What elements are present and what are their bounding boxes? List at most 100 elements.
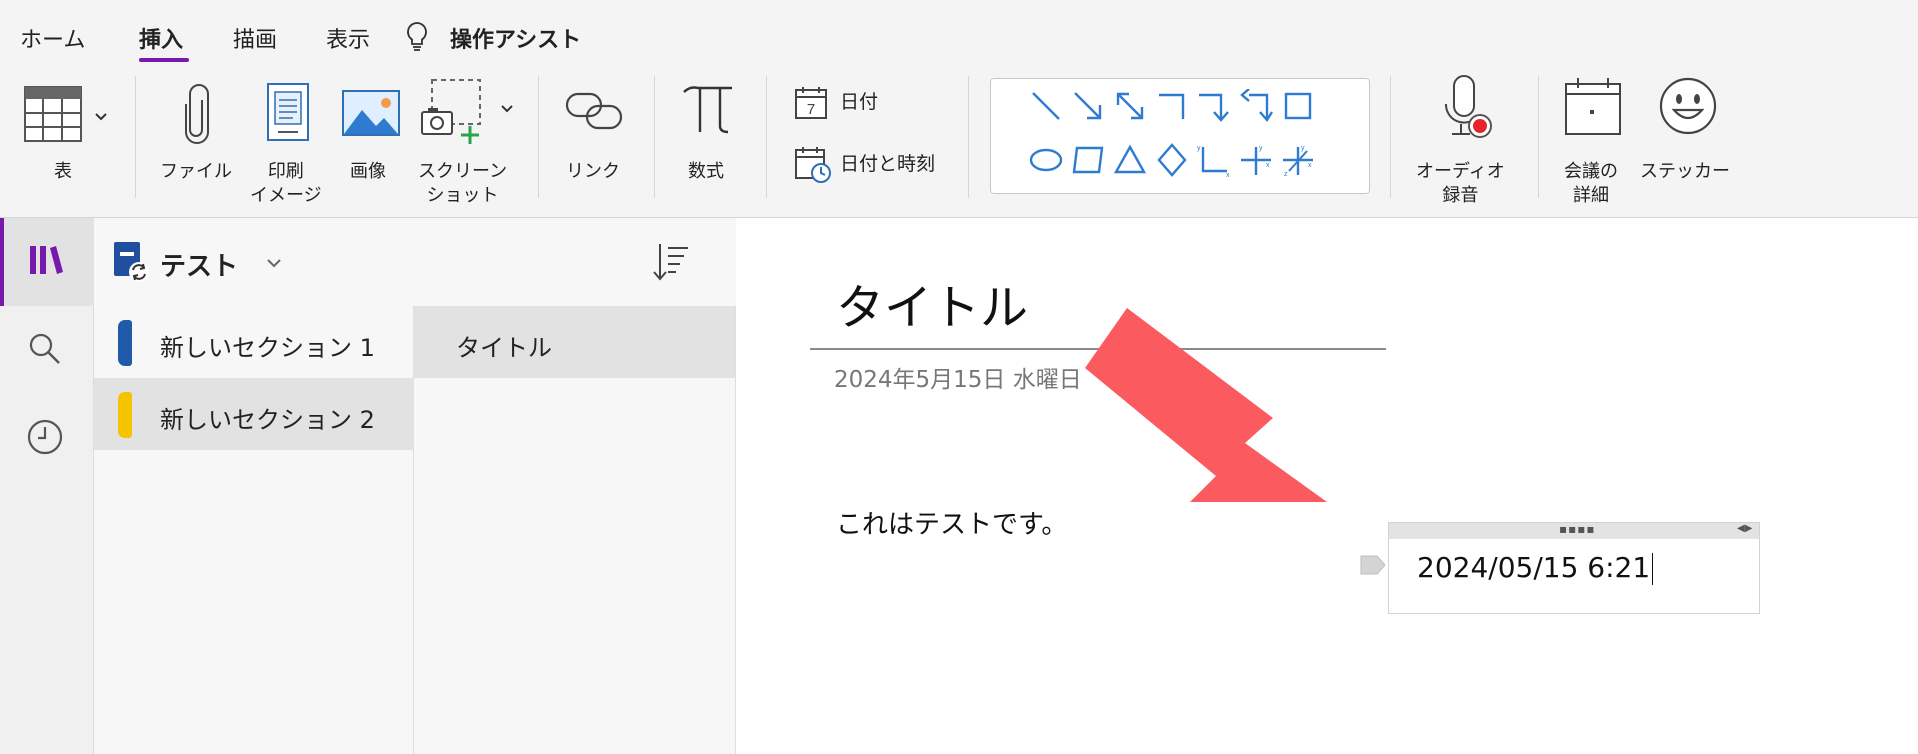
- table-icon: [24, 86, 82, 142]
- insert-date-button[interactable]: 7 日付: [792, 82, 942, 124]
- record-audio-button[interactable]: オーディオ 録音: [1410, 72, 1520, 216]
- note-drag-handle[interactable]: ▪▪▪▪ ◀▶: [1389, 522, 1759, 539]
- date-label: 日付: [840, 91, 879, 113]
- tab-view[interactable]: 表示: [326, 22, 370, 54]
- screenshot-icon: [421, 79, 481, 144]
- rail-selection-indicator: [0, 218, 4, 306]
- notebook-name: テスト: [160, 252, 239, 282]
- page-list-item[interactable]: タイトル: [414, 306, 735, 378]
- chevron-down-icon[interactable]: [94, 112, 108, 122]
- note-text[interactable]: 2024/05/15 6:21: [1417, 551, 1654, 585]
- notebook-header: テスト: [94, 218, 736, 306]
- axis-2d-shape-icon[interactable]: yx: [1197, 143, 1231, 177]
- printout-label: 印刷 イメージ: [250, 161, 322, 206]
- smiley-icon: [1659, 77, 1717, 135]
- section-item[interactable]: 新しいセクション 2: [94, 378, 414, 450]
- notebook-switcher[interactable]: テスト: [112, 240, 292, 284]
- microphone-record-icon: [1444, 75, 1492, 138]
- file-label: ファイル: [160, 161, 232, 182]
- triangle-shape-icon[interactable]: [1113, 143, 1147, 177]
- svg-text:y: y: [1259, 145, 1263, 152]
- calendar-day-number: 7: [807, 101, 815, 118]
- section-item[interactable]: 新しいセクション 1: [94, 306, 414, 378]
- inserted-date-time: 2024/05/15 6:21: [1417, 551, 1651, 584]
- svg-text:y: y: [1197, 145, 1201, 152]
- insert-table-button[interactable]: 表: [14, 76, 124, 196]
- pi-icon: [683, 86, 732, 134]
- chevron-down-icon: [267, 259, 281, 268]
- line-shape-icon[interactable]: [1029, 89, 1063, 123]
- note-container[interactable]: ▪▪▪▪ ◀▶ 2024/05/15 6:21: [1388, 522, 1760, 614]
- arrow-shape-icon[interactable]: [1071, 89, 1105, 123]
- printout-icon: [267, 83, 309, 141]
- insert-screenshot-button[interactable]: スクリーン ショット: [410, 76, 528, 216]
- axis-cross-shape-icon[interactable]: yx: [1239, 143, 1273, 177]
- lightbulb-icon: [407, 22, 427, 51]
- page-list-item-label: タイトル: [456, 334, 552, 362]
- note-tag-icon[interactable]: [1360, 555, 1386, 575]
- stickers-button[interactable]: ステッカー: [1638, 72, 1742, 212]
- svg-text:x: x: [1226, 172, 1230, 177]
- calendar-clock-icon: [795, 147, 831, 183]
- paperclip-icon: [185, 84, 209, 144]
- tab-home[interactable]: ホーム: [20, 22, 85, 54]
- annotation-arrow: [1085, 308, 1327, 502]
- ribbon-separator: [766, 76, 767, 198]
- insert-file-button[interactable]: ファイル: [156, 76, 238, 196]
- calendar-icon: 7: [795, 87, 827, 119]
- elbow-double-arrow-shape-icon[interactable]: [1239, 89, 1273, 123]
- page-title[interactable]: タイトル: [836, 268, 1028, 338]
- chevron-down-icon[interactable]: [500, 104, 514, 114]
- svg-text:x: x: [1266, 162, 1270, 169]
- notebooks-icon: [30, 246, 63, 274]
- axis-3d-shape-icon[interactable]: y x z: [1281, 143, 1315, 177]
- recent-clock-icon[interactable]: [26, 418, 64, 456]
- insert-printout-button[interactable]: 印刷 イメージ: [244, 76, 332, 216]
- rectangle-shape-icon[interactable]: [1281, 89, 1315, 123]
- page-body-text[interactable]: これはテストです。: [836, 504, 1067, 541]
- image-label: 画像: [350, 161, 386, 182]
- section-label: 新しいセクション 1: [160, 334, 375, 362]
- insert-equation-button[interactable]: 数式: [670, 76, 750, 196]
- section-list: 新しいセクション 1 新しいセクション 2: [94, 306, 414, 754]
- svg-text:x: x: [1308, 162, 1312, 169]
- meeting-label: 会議の 詳細: [1564, 161, 1618, 206]
- date-time-label: 日付と時刻: [840, 153, 936, 175]
- tab-draw[interactable]: 描画: [233, 22, 277, 54]
- ribbon: 表 ファイル 印刷 イメージ 画像 スクリーン ショット リンク 数式 7 日付…: [0, 68, 1918, 218]
- double-arrow-shape-icon[interactable]: [1113, 89, 1147, 123]
- section-color-tab: [118, 392, 132, 438]
- insert-image-button[interactable]: 画像: [336, 76, 408, 196]
- insert-date-time-button[interactable]: 日付と時刻: [792, 144, 970, 186]
- tab-insert[interactable]: 挿入: [139, 22, 183, 54]
- active-tab-indicator: [139, 58, 189, 62]
- ribbon-separator: [1538, 76, 1539, 198]
- screenshot-label: スクリーン ショット: [418, 161, 508, 206]
- meeting-calendar-icon: [1565, 78, 1621, 135]
- ribbon-separator: [654, 76, 655, 198]
- notebook-sync-icon: [114, 242, 149, 282]
- ribbon-separator: [968, 76, 969, 198]
- image-icon: [342, 90, 400, 136]
- elbow-line-shape-icon[interactable]: [1155, 89, 1189, 123]
- elbow-arrow-shape-icon[interactable]: [1197, 89, 1231, 123]
- diamond-shape-icon[interactable]: [1155, 143, 1189, 177]
- search-icon[interactable]: [28, 332, 62, 366]
- table-label: 表: [54, 161, 72, 182]
- section-label: 新しいセクション 2: [160, 406, 375, 434]
- parallelogram-shape-icon[interactable]: [1071, 143, 1105, 177]
- ribbon-separator: [1390, 76, 1391, 198]
- insert-link-button[interactable]: リンク: [556, 76, 632, 196]
- sort-icon[interactable]: [652, 242, 692, 282]
- meeting-details-button[interactable]: 会議の 詳細: [1554, 72, 1634, 216]
- resize-arrows-icon[interactable]: ◀▶: [1737, 523, 1752, 534]
- sticker-label: ステッカー: [1640, 161, 1730, 182]
- text-caret: [1652, 553, 1654, 585]
- ellipse-shape-icon[interactable]: [1029, 143, 1063, 177]
- link-icon: [565, 92, 623, 130]
- ribbon-separator: [135, 76, 136, 198]
- navigation-rail: [0, 218, 94, 754]
- shapes-gallery: yx yx yxz: [990, 78, 1370, 194]
- page-date-text: 2024年5月15日 水曜日: [834, 367, 1082, 393]
- ribbon-tab-bar: ホーム 挿入 描画 表示 操作アシスト: [0, 0, 1918, 68]
